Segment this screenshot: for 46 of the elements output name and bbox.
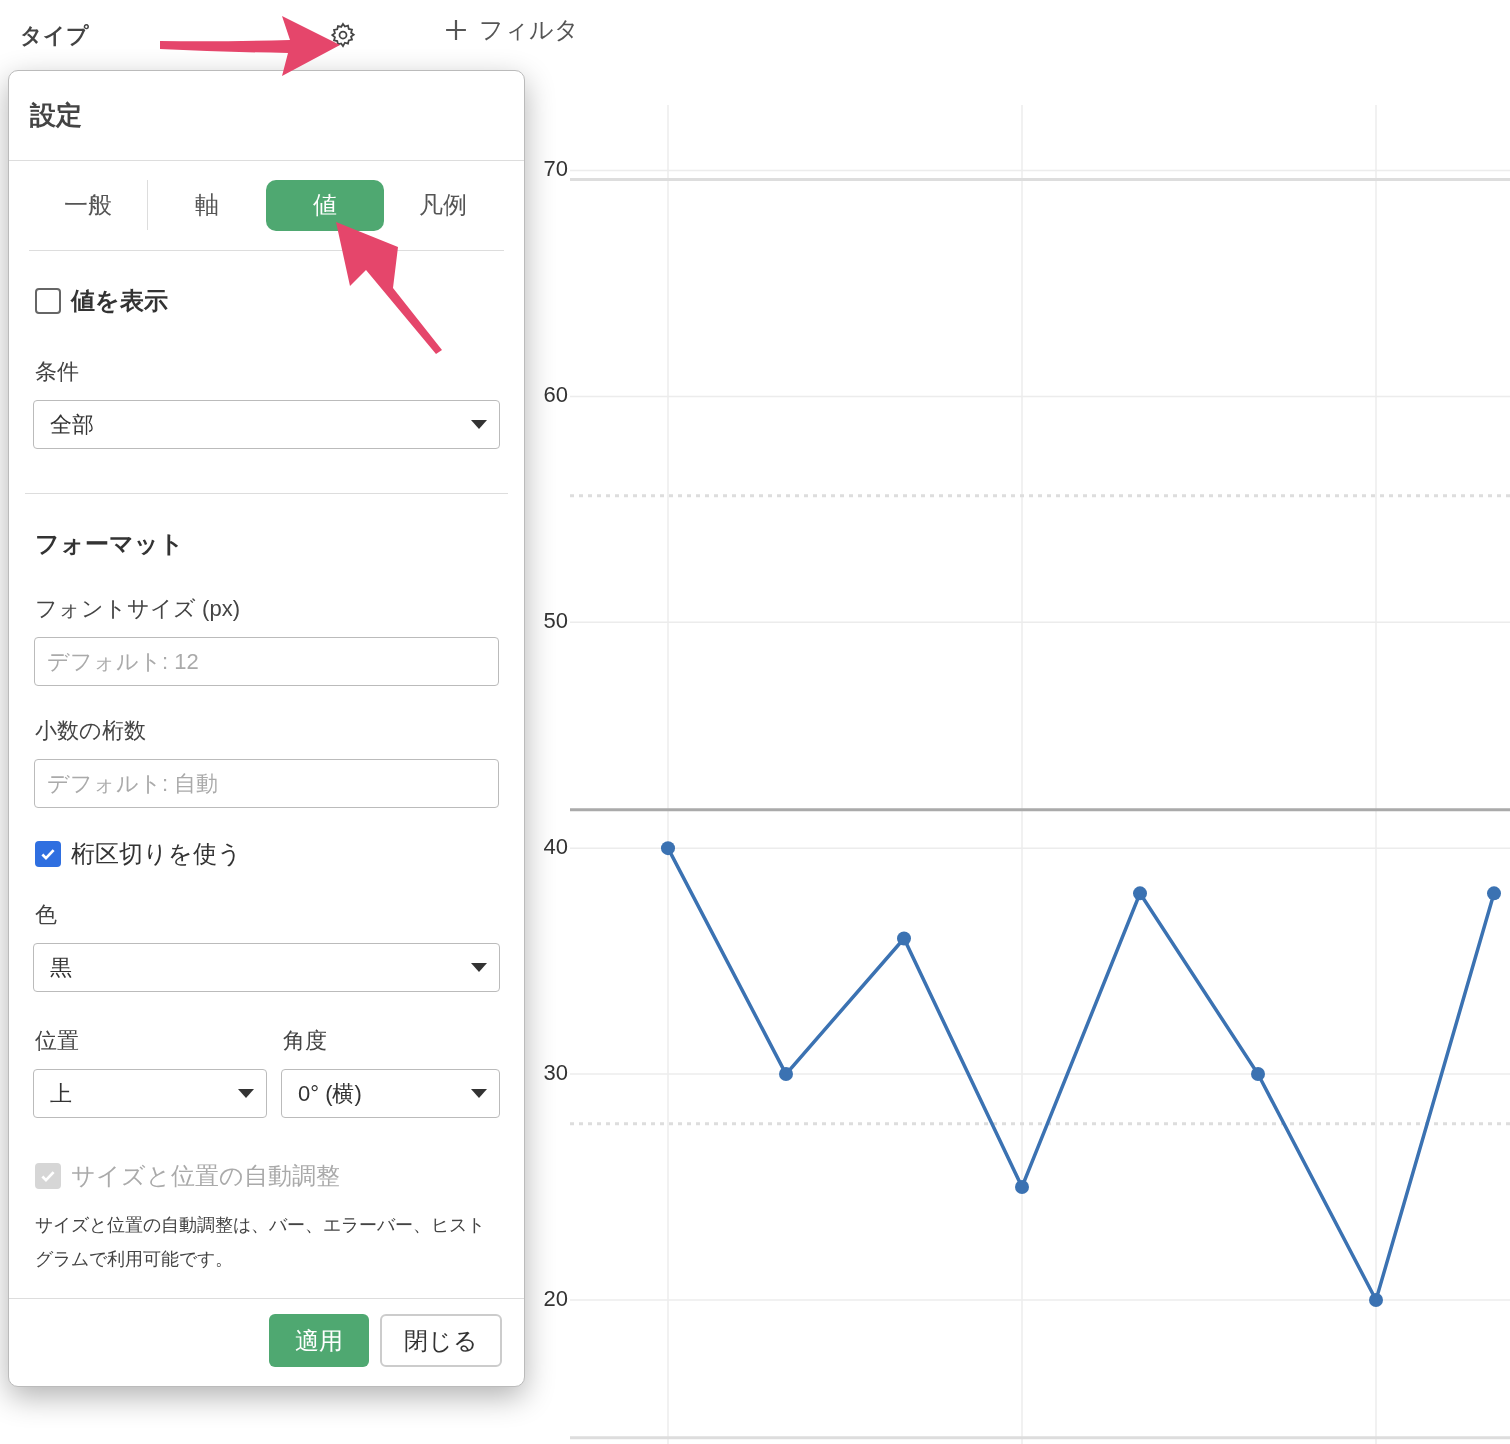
dropdown[interactable]: 0° (横) xyxy=(281,1069,500,1118)
field-label: 条件 xyxy=(35,358,80,386)
caret-icon xyxy=(471,1089,487,1098)
axis-tick-label: 60 xyxy=(543,382,568,408)
section-heading: フォーマット xyxy=(35,529,185,559)
field-label: 色 xyxy=(35,901,58,929)
axis-tick-label: 70 xyxy=(543,156,568,182)
dropdown[interactable]: 全部 xyxy=(33,400,500,449)
field-label: フォントサイズ (px) xyxy=(35,595,241,623)
dialog-title: 設定 xyxy=(30,99,82,132)
input-field[interactable]: デフォルト: 12 xyxy=(34,637,499,686)
caret-icon xyxy=(471,420,487,429)
data-point xyxy=(661,841,675,856)
input-field[interactable]: デフォルト: 自動 xyxy=(34,759,499,808)
axis-tick-label: 30 xyxy=(543,1059,568,1085)
type-label: タイプ xyxy=(20,21,89,50)
help-text: サイズと位置の自動調整は、バー、エラーバー、ヒストグラムで利用可能です。 xyxy=(35,1214,486,1271)
tab[interactable]: 凡例 xyxy=(384,179,502,231)
tab[interactable]: 軸 xyxy=(148,179,266,231)
data-point xyxy=(779,1067,793,1082)
data-point xyxy=(1487,886,1501,901)
checkbox-label: 桁区切りを使う xyxy=(71,839,242,869)
axis-tick-label: 40 xyxy=(543,834,568,859)
checkbox[interactable] xyxy=(35,841,61,867)
field-label: 小数の桁数 xyxy=(35,717,147,745)
data-point xyxy=(1133,886,1147,901)
checkbox[interactable] xyxy=(35,288,61,314)
axis-tick-label: 50 xyxy=(543,608,568,634)
dropdown[interactable]: 黒 xyxy=(33,943,500,992)
axis-tick-label: 20 xyxy=(543,1285,568,1311)
checkbox-label: 値を表示 xyxy=(71,286,168,316)
settings-icon[interactable] xyxy=(329,21,357,49)
checkbox-label: サイズと位置の自動調整 xyxy=(71,1161,340,1191)
data-point xyxy=(1251,1067,1265,1082)
field-label: 角度 xyxy=(283,1027,328,1055)
data-point xyxy=(1015,1180,1029,1194)
add-filter-button[interactable]: フィルタ xyxy=(445,12,579,48)
plus-icon xyxy=(445,19,467,41)
field-label: 位置 xyxy=(35,1027,80,1055)
close-button[interactable]: 閉じる xyxy=(380,1314,502,1367)
data-point xyxy=(1369,1292,1383,1307)
tab[interactable]: 一般 xyxy=(29,179,147,231)
dropdown[interactable]: 上 xyxy=(33,1069,267,1118)
caret-icon xyxy=(238,1089,254,1098)
caret-icon xyxy=(471,963,487,972)
data-point xyxy=(897,931,911,946)
